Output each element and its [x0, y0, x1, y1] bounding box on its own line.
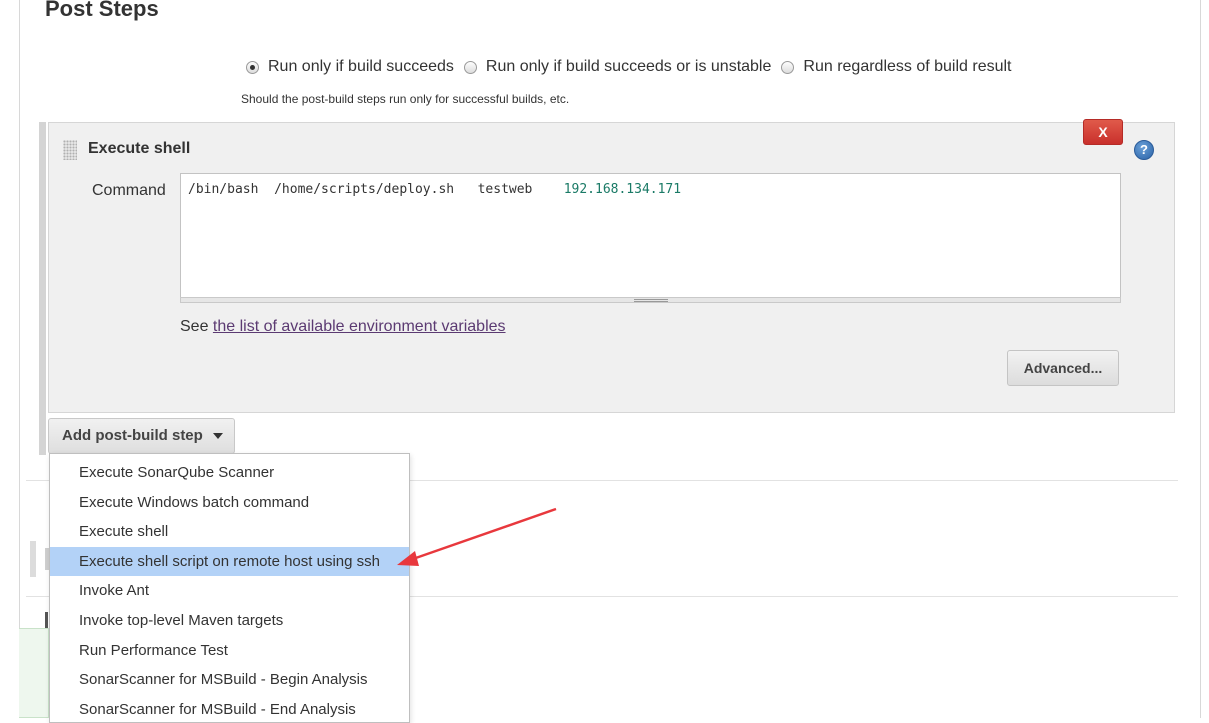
menu-item-msbuild-end[interactable]: SonarScanner for MSBuild - End Analysis	[50, 695, 409, 722]
section-title: Post Steps	[45, 0, 159, 21]
add-post-build-step-button[interactable]: Add post-build step	[48, 418, 235, 454]
delete-step-button[interactable]: X	[1083, 119, 1123, 145]
drag-handle-icon[interactable]	[63, 140, 77, 160]
env-vars-hint: See the list of available environment va…	[180, 318, 506, 336]
step-accent-bar	[39, 122, 46, 455]
radio-run-regardless[interactable]: Run regardless of build result	[781, 58, 1012, 76]
radio-label: Run regardless of build result	[803, 58, 1012, 75]
radio-label: Run only if build succeeds or is unstabl…	[485, 58, 772, 75]
menu-item-windows-batch[interactable]: Execute Windows batch command	[50, 488, 409, 518]
background-fragment	[19, 628, 49, 718]
resize-grip-icon[interactable]	[634, 299, 668, 302]
env-vars-link[interactable]: the list of available environment variab…	[213, 318, 506, 335]
help-icon[interactable]: ?	[1134, 140, 1154, 160]
command-label: Command	[92, 182, 166, 199]
add-step-label: Add post-build step	[62, 427, 203, 444]
menu-item-ssh-remote-shell[interactable]: Execute shell script on remote host usin…	[50, 546, 409, 577]
radio-run-if-succeeds-or-unstable[interactable]: Run only if build succeeds or is unstabl…	[463, 58, 772, 76]
advanced-button[interactable]: Advanced...	[1007, 350, 1119, 386]
menu-item-performance-test[interactable]: Run Performance Test	[50, 636, 409, 666]
menu-item-msbuild-begin[interactable]: SonarScanner for MSBuild - Begin Analysi…	[50, 665, 409, 695]
menu-item-maven-targets[interactable]: Invoke top-level Maven targets	[50, 606, 409, 636]
post-build-step-menu: Execute SonarQube Scanner Execute Window…	[49, 453, 410, 723]
background-fragment	[30, 541, 36, 577]
radio-button[interactable]	[463, 60, 477, 74]
menu-item-sonarqube-scanner[interactable]: Execute SonarQube Scanner	[50, 458, 409, 488]
radio-run-if-succeeds[interactable]: Run only if build succeeds	[246, 58, 454, 76]
run-condition-help-text: Should the post-build steps run only for…	[241, 92, 570, 106]
radio-button[interactable]	[781, 60, 795, 74]
step-title: Execute shell	[88, 140, 191, 157]
radio-label: Run only if build succeeds	[268, 58, 454, 75]
command-textarea[interactable]: /bin/bash /home/scripts/deploy.sh testwe…	[180, 173, 1121, 298]
command-text: /bin/bash /home/scripts/deploy.sh testwe…	[188, 182, 564, 197]
caret-down-icon[interactable]	[213, 433, 223, 439]
menu-item-invoke-ant[interactable]: Invoke Ant	[50, 576, 409, 606]
see-prefix: See	[180, 318, 213, 335]
menu-item-execute-shell[interactable]: Execute shell	[50, 517, 409, 547]
radio-button-checked[interactable]	[246, 60, 259, 74]
run-condition-radio-group: Run only if build succeeds Run only if b…	[246, 58, 1022, 76]
command-ip: 192.168.134.171	[563, 182, 682, 197]
